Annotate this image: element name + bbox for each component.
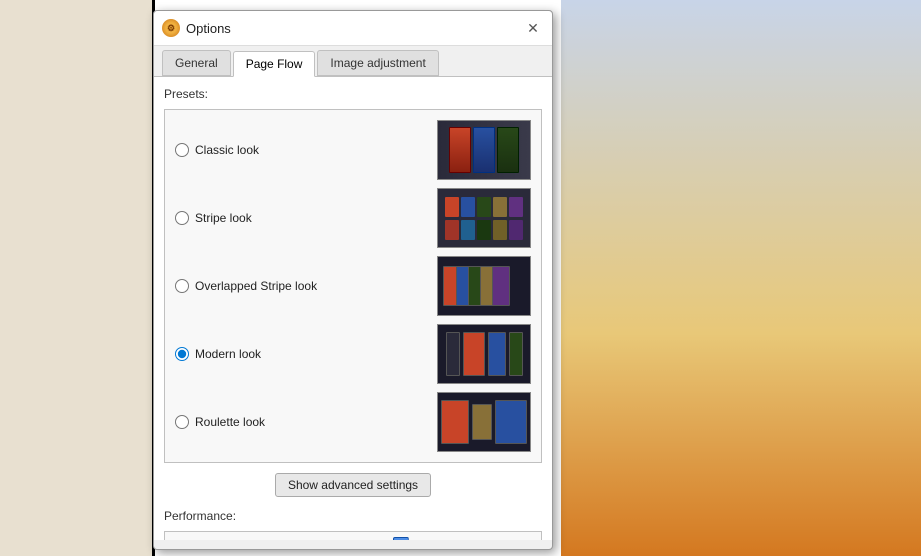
stripe-item-4 xyxy=(493,197,507,217)
preset-row-modern: Modern look xyxy=(175,324,531,384)
overlapped-look-radio[interactable] xyxy=(175,279,189,293)
classic-look-radio[interactable] xyxy=(175,143,189,157)
stripe-item-5 xyxy=(509,197,523,217)
roulette-look-text: Roulette look xyxy=(195,415,265,429)
overlapped-look-label[interactable]: Overlapped Stripe look xyxy=(175,279,335,293)
stripe-look-text: Stripe look xyxy=(195,211,252,225)
comic-panel-left xyxy=(0,0,155,556)
stripe-item-3 xyxy=(477,197,491,217)
stripe-thumb-visual xyxy=(438,189,530,247)
performance-section: Low Performance High Performance xyxy=(164,531,542,540)
dialog-titlebar: ⚙ Options ✕ xyxy=(154,11,552,46)
roulette-look-label[interactable]: Roulette look xyxy=(175,415,335,429)
stripe-item-10 xyxy=(509,220,523,240)
modern-thumb-visual xyxy=(438,325,530,383)
modern-book-4 xyxy=(509,332,523,376)
presets-label: Presets: xyxy=(164,87,542,101)
classic-look-thumbnail xyxy=(437,120,531,180)
overlapped-look-thumbnail xyxy=(437,256,531,316)
dialog-title: Options xyxy=(186,21,231,36)
tab-image-adjustment[interactable]: Image adjustment xyxy=(317,50,438,76)
roulette-thumb-visual xyxy=(438,393,530,451)
stripe-look-label[interactable]: Stripe look xyxy=(175,211,335,225)
presets-container: Classic look Stripe look xyxy=(164,109,542,463)
preset-row-classic: Classic look xyxy=(175,120,531,180)
stripe-look-thumbnail xyxy=(437,188,531,248)
preset-row-overlapped: Overlapped Stripe look xyxy=(175,256,531,316)
comic-panel-right xyxy=(561,0,921,556)
thumb-book-3 xyxy=(497,127,519,173)
modern-book-3 xyxy=(488,332,506,376)
roulette-look-radio[interactable] xyxy=(175,415,189,429)
roulette-book-1 xyxy=(441,400,469,444)
performance-label: Performance: xyxy=(164,509,542,523)
stripe-look-radio[interactable] xyxy=(175,211,189,225)
dialog-app-icon: ⚙ xyxy=(162,19,180,37)
modern-look-thumbnail xyxy=(437,324,531,384)
roulette-book-2 xyxy=(472,404,492,440)
stripe-item-6 xyxy=(445,220,459,240)
stripe-item-2 xyxy=(461,197,475,217)
overlap-thumb-visual xyxy=(438,257,530,315)
stripe-row-1 xyxy=(445,197,523,217)
roulette-look-thumbnail xyxy=(437,392,531,452)
classic-thumb-visual xyxy=(438,121,530,179)
stripe-item-7 xyxy=(461,220,475,240)
stripe-item-8 xyxy=(477,220,491,240)
roulette-book-3 xyxy=(495,400,527,444)
modern-book-1 xyxy=(446,332,460,376)
preset-row-roulette: Roulette look xyxy=(175,392,531,452)
performance-slider-thumb[interactable] xyxy=(393,537,409,540)
tab-bar: General Page Flow Image adjustment xyxy=(154,46,552,77)
thumb-book-2 xyxy=(473,127,495,173)
classic-look-label[interactable]: Classic look xyxy=(175,143,335,157)
stripe-item-9 xyxy=(493,220,507,240)
preset-row-stripe: Stripe look xyxy=(175,188,531,248)
modern-book-2 xyxy=(463,332,485,376)
modern-look-radio[interactable] xyxy=(175,347,189,361)
options-dialog: ⚙ Options ✕ General Page Flow Image adju… xyxy=(153,10,553,550)
stripe-row-2 xyxy=(445,220,523,240)
tab-general[interactable]: General xyxy=(162,50,231,76)
close-button[interactable]: ✕ xyxy=(522,17,544,39)
classic-look-text: Classic look xyxy=(195,143,259,157)
tab-page-flow[interactable]: Page Flow xyxy=(233,51,316,77)
modern-look-label[interactable]: Modern look xyxy=(175,347,335,361)
overlapped-look-text: Overlapped Stripe look xyxy=(195,279,317,293)
modern-look-text: Modern look xyxy=(195,347,261,361)
thumb-book-1 xyxy=(449,127,471,173)
stripe-item-1 xyxy=(445,197,459,217)
dialog-content: Presets: Classic look xyxy=(154,77,552,540)
title-left: ⚙ Options xyxy=(162,19,231,37)
show-advanced-settings-button[interactable]: Show advanced settings xyxy=(275,473,431,497)
overlap-book-5 xyxy=(492,266,510,306)
